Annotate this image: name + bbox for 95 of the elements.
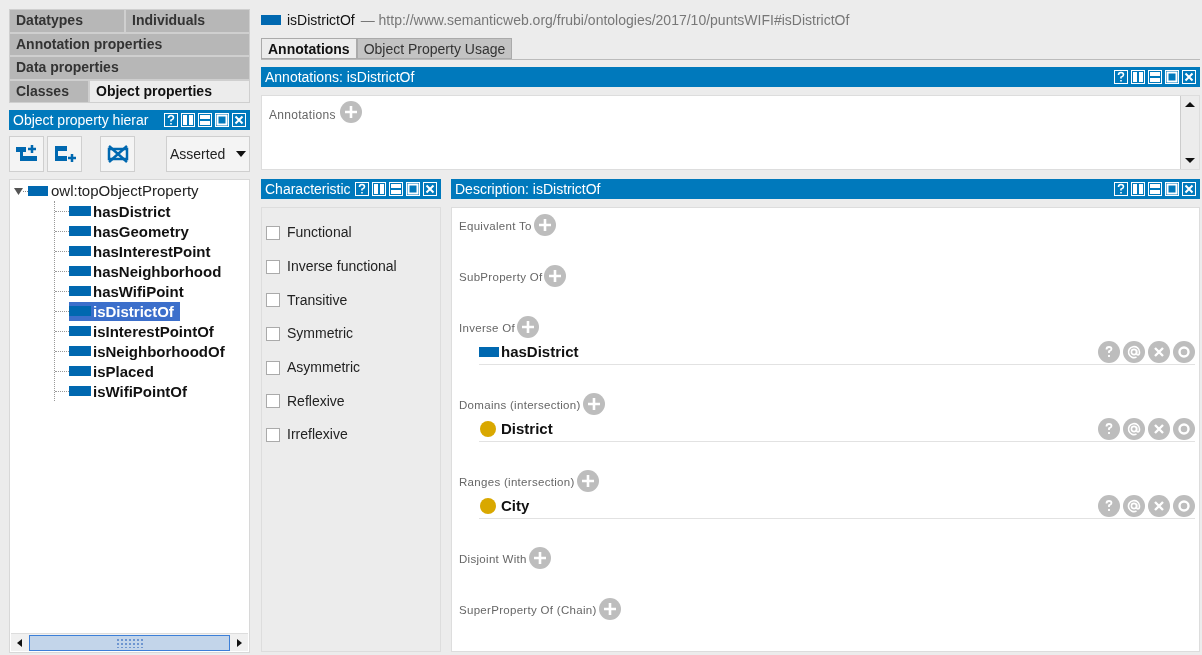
tree-item[interactable]: hasDistrict: [93, 201, 171, 221]
help-icon[interactable]: [355, 182, 369, 196]
help-icon[interactable]: [164, 113, 178, 127]
property-icon: [69, 246, 91, 256]
tree-item[interactable]: hasWifiPoint: [93, 281, 184, 301]
tree-item[interactable]: isPlaced: [93, 361, 154, 381]
property-icon: [69, 286, 91, 296]
checkbox[interactable]: [266, 259, 280, 274]
panel-title: Description: isDistrictOf: [455, 180, 602, 199]
section-label: Inverse Of: [459, 320, 516, 336]
add-subproperty-button[interactable]: [9, 136, 44, 172]
tree-item[interactable]: isNeighborhoodOf: [93, 341, 225, 361]
section-label: Annotations: [269, 107, 336, 124]
caret-icon: [236, 151, 246, 157]
delete-icon: [105, 143, 130, 165]
checkbox-label: Functional: [287, 223, 352, 243]
checkbox[interactable]: [266, 394, 280, 409]
maximize-icon[interactable]: [1165, 182, 1179, 196]
property-icon: [69, 306, 91, 316]
checkbox[interactable]: [266, 326, 280, 341]
checkbox[interactable]: [266, 360, 280, 375]
checkbox[interactable]: [266, 293, 280, 308]
help-icon[interactable]: [1114, 70, 1128, 84]
property-icon: [69, 206, 91, 216]
close-icon[interactable]: [423, 182, 437, 196]
checkbox-label: Reflexive: [287, 391, 345, 411]
tab[interactable]: Annotations: [261, 38, 357, 59]
tree-item[interactable]: isWifiPointOf: [93, 381, 188, 401]
panel-title: Annotations: isDistrictOf: [265, 68, 416, 87]
property-icon: [69, 326, 91, 336]
panel-title: Object property hierar: [13, 111, 150, 130]
scrollbar-thumb[interactable]: [29, 634, 230, 651]
split-horizontal-icon[interactable]: [198, 113, 212, 127]
close-icon[interactable]: [1182, 182, 1196, 196]
section-label: SuperProperty Of (Chain): [459, 602, 597, 618]
tree-item[interactable]: hasNeighborhood: [93, 261, 222, 281]
expand-triangle-icon[interactable]: [14, 186, 23, 196]
maximize-icon[interactable]: [406, 182, 420, 196]
split-horizontal-icon[interactable]: [1148, 70, 1162, 84]
tree-item[interactable]: owl:topObjectProperty: [50, 182, 200, 200]
tab[interactable]: Data properties: [9, 56, 250, 80]
panel-title: Characteristic: [265, 180, 351, 199]
property-icon: [69, 346, 91, 356]
property-icon: [28, 186, 48, 196]
add-sibling-button[interactable]: [47, 136, 82, 172]
add-sibling-icon: [52, 143, 77, 165]
checkbox[interactable]: [266, 225, 280, 240]
property-icon: [479, 347, 499, 357]
entity-label: City: [501, 495, 530, 516]
property-icon: [69, 366, 91, 376]
close-icon[interactable]: [232, 113, 246, 127]
class-icon: [479, 420, 497, 438]
tab[interactable]: Individuals: [125, 9, 250, 33]
entity-iri: — http://www.semanticweb.org/frubi/ontologies/2017/10/puntsWIFI#isDistrictOf: [360, 10, 850, 30]
split-horizontal-icon[interactable]: [389, 182, 403, 196]
tab[interactable]: Annotation properties: [9, 32, 250, 56]
entity-label: District: [501, 418, 553, 439]
entity-name: isDistrictOf: [287, 10, 355, 30]
maximize-icon[interactable]: [215, 113, 229, 127]
split-vertical-icon[interactable]: [181, 113, 195, 127]
section-label: Domains (intersection): [459, 397, 581, 413]
tree-item[interactable]: isInterestPointOf: [93, 321, 214, 341]
section-label: Ranges (intersection): [459, 474, 575, 490]
property-icon: [69, 266, 91, 276]
property-icon: [69, 226, 91, 236]
section-label: Disjoint With: [459, 551, 527, 567]
tab[interactable]: Datatypes: [9, 9, 125, 33]
maximize-icon[interactable]: [1165, 70, 1179, 84]
property-icon: [261, 15, 281, 25]
tree-item[interactable]: hasInterestPoint: [93, 241, 211, 261]
split-vertical-icon[interactable]: [1131, 70, 1145, 84]
horizontal-scrollbar[interactable]: [11, 633, 248, 651]
section-label: SubProperty Of: [459, 269, 543, 285]
property-icon: [69, 386, 91, 396]
tab[interactable]: Object properties: [89, 79, 250, 103]
delete-property-button[interactable]: [100, 136, 135, 172]
close-icon[interactable]: [1182, 70, 1196, 84]
class-icon: [479, 497, 497, 515]
checkbox-label: Symmetric: [287, 324, 354, 344]
tab[interactable]: Classes: [9, 79, 89, 103]
split-vertical-icon[interactable]: [372, 182, 386, 196]
checkbox-label: Asymmetric: [287, 358, 361, 378]
view-mode-dropdown[interactable]: Asserted: [166, 136, 250, 172]
vertical-scrollbar[interactable]: [1180, 96, 1199, 169]
checkbox-label: Inverse functional: [287, 257, 397, 277]
checkbox-label: Transitive: [287, 290, 348, 310]
checkbox-label: Irreflexive: [287, 425, 348, 445]
tab[interactable]: Object Property Usage: [356, 38, 513, 59]
split-horizontal-icon[interactable]: [1148, 182, 1162, 196]
entity-label: hasDistrict: [501, 341, 579, 362]
checkbox[interactable]: [266, 427, 280, 442]
section-label: Equivalent To: [459, 218, 532, 234]
help-icon[interactable]: [1114, 182, 1128, 196]
tree-item[interactable]: hasGeometry: [93, 221, 189, 241]
split-vertical-icon[interactable]: [1131, 182, 1145, 196]
